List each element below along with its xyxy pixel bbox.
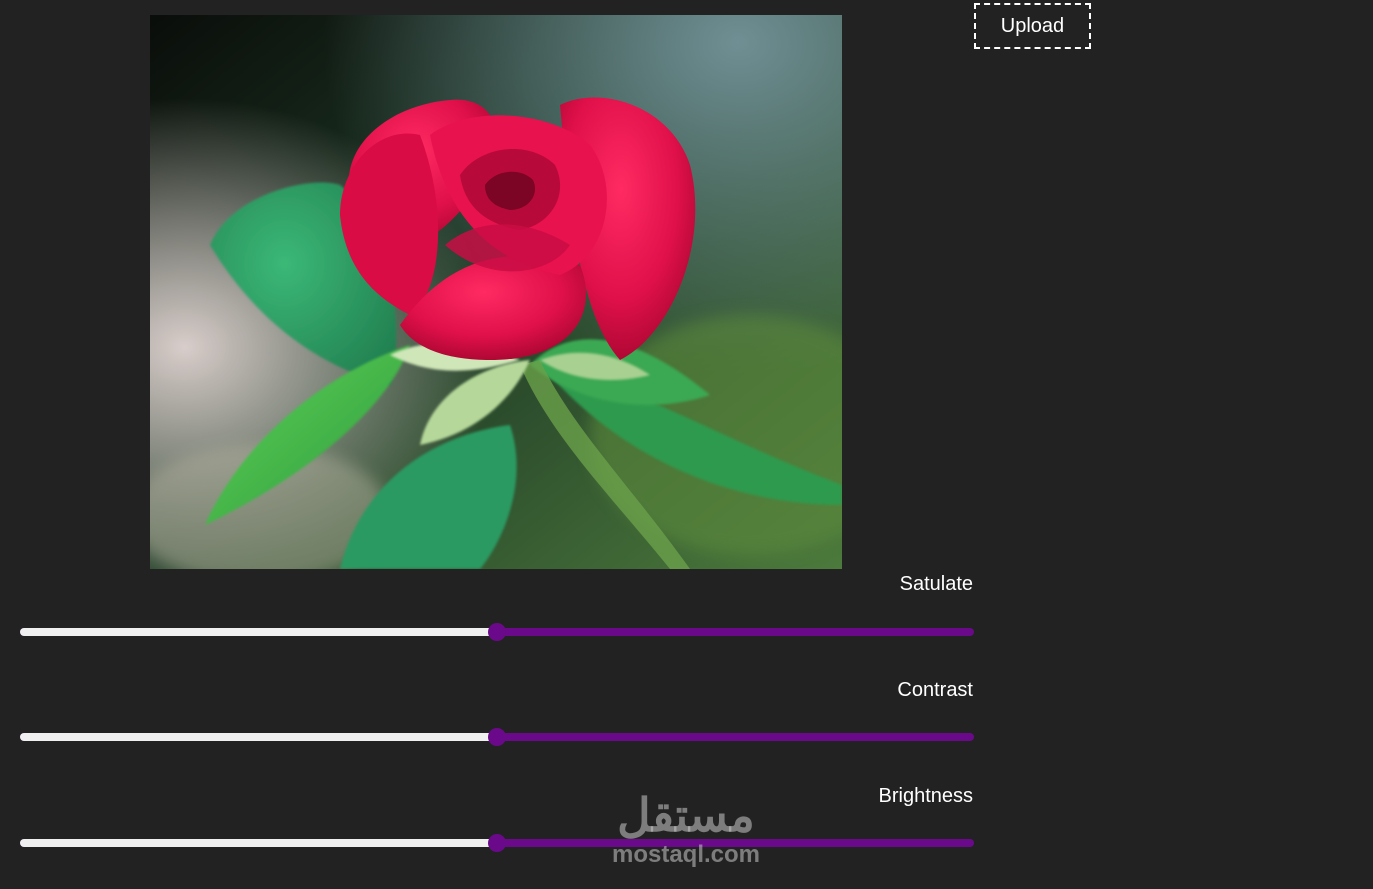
contrast-slider-thumb[interactable]	[488, 728, 506, 746]
saturate-slider-thumb[interactable]	[488, 623, 506, 641]
contrast-slider[interactable]	[20, 727, 974, 747]
contrast-label: Contrast	[897, 679, 973, 701]
contrast-slider-fill	[20, 733, 497, 741]
rose-photo	[150, 15, 842, 569]
brightness-slider-thumb[interactable]	[488, 834, 506, 852]
watermark-arabic-text: مستقل	[617, 789, 755, 841]
watermark-latin-text: mostaql.com	[611, 841, 761, 868]
upload-button[interactable]: Upload	[974, 3, 1091, 49]
brightness-slider[interactable]	[20, 833, 974, 853]
saturate-label: Satulate	[899, 573, 973, 595]
brightness-slider-fill	[20, 839, 497, 847]
mostaql-watermark: مستقل mostaql.com	[598, 788, 774, 870]
brightness-label: Brightness	[878, 785, 974, 807]
saturate-slider-fill	[20, 628, 497, 636]
saturate-slider[interactable]	[20, 622, 974, 642]
